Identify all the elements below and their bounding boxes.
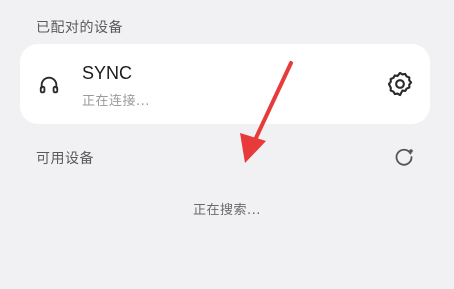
paired-device-card-sync[interactable]: SYNC 正在连接...: [20, 44, 430, 124]
device-connection-status: 正在连接...: [82, 94, 150, 109]
refresh-icon[interactable]: [392, 145, 416, 169]
bluetooth-devices-screen: 已配对的设备 SYNC 正在连接... 可用设备 正在搜索...: [0, 0, 454, 289]
available-devices-heading: 可用设备: [36, 151, 94, 167]
searching-status: 正在搜索...: [193, 203, 261, 218]
gear-icon[interactable]: [386, 70, 414, 98]
device-name: SYNC: [82, 63, 133, 83]
paired-devices-heading: 已配对的设备: [36, 20, 123, 36]
headset-icon: [39, 76, 59, 94]
